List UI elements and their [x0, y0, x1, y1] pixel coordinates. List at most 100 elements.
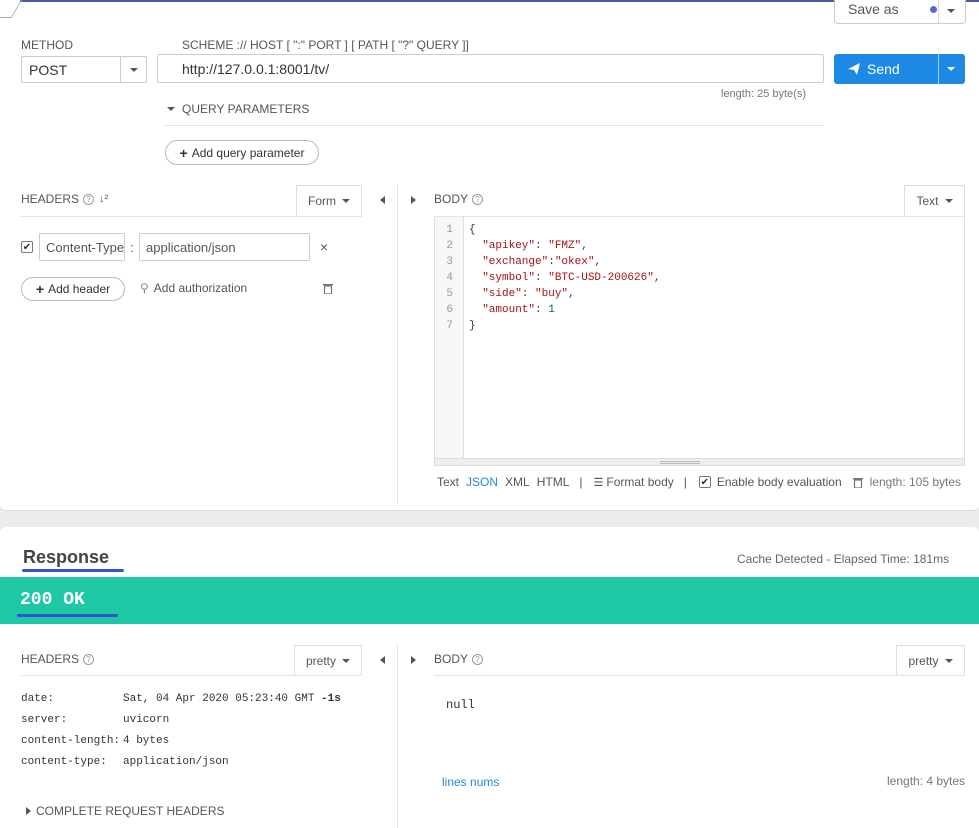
code-lines: 1{2 "apikey": "FMZ", 3 "exchange":"okex",… — [435, 222, 660, 334]
headers-title-row: HEADERS ? ↓² — [21, 192, 108, 206]
resp-body-mode: pretty — [908, 654, 939, 668]
method-select[interactable]: POST — [21, 56, 147, 83]
body-type-dropdown[interactable]: Text — [904, 185, 965, 216]
editor-resize-handle[interactable] — [434, 458, 965, 466]
code-token: "amount" — [469, 304, 536, 316]
help-icon[interactable]: ? — [83, 193, 95, 205]
trash-icon[interactable] — [852, 477, 863, 488]
save-as-button[interactable]: Save as — [834, 0, 966, 24]
query-params-toggle[interactable]: QUERY PARAMETERS — [167, 102, 309, 116]
status-code: 200 OK — [20, 590, 85, 610]
divider — [21, 216, 362, 217]
chevron-down-icon — [167, 107, 175, 111]
line-number: 1 — [446, 224, 453, 236]
resp-header-key: server: — [21, 714, 68, 726]
resp-body-title: BODY — [434, 652, 469, 666]
resp-headers-title-row: HEADERS ? — [21, 652, 95, 666]
url-input[interactable]: http://127.0.0.1:8001/tv/ — [157, 54, 824, 83]
enable-eval-checkbox[interactable]: ✔ — [698, 476, 711, 488]
chevron-down-icon — [944, 659, 953, 663]
resp-header-key: content-length: — [21, 735, 121, 747]
divider — [21, 675, 362, 676]
help-icon[interactable]: ? — [472, 653, 484, 665]
resp-header-value: uvicorn — [123, 714, 170, 726]
code-token: "buy" — [535, 288, 569, 300]
enable-eval-label[interactable]: Enable body evaluation — [717, 475, 842, 489]
fmt-xml[interactable]: XML — [505, 475, 530, 489]
code-token: "apikey" — [469, 240, 536, 252]
resp-header-row: content-type: application/json — [21, 756, 229, 768]
headers-form-dropdown[interactable]: Form — [296, 185, 362, 216]
collapse-left-icon[interactable] — [380, 196, 385, 204]
format-lines-icon: ☰ — [593, 476, 604, 489]
grip-icon — [660, 461, 700, 464]
add-query-param-button[interactable]: + Add query parameter — [165, 140, 319, 165]
code-token: : — [535, 304, 549, 316]
trash-icon[interactable] — [323, 283, 333, 294]
header-value-value: application/json — [146, 239, 236, 255]
body-type-label: Text — [916, 194, 939, 208]
send-button[interactable]: Send — [834, 54, 965, 84]
form-label: Form — [308, 194, 336, 208]
code-token: , — [568, 288, 575, 300]
help-icon[interactable]: ? — [83, 653, 95, 665]
lines-nums-toggle[interactable]: lines nums — [442, 775, 499, 789]
send-divider — [938, 54, 939, 84]
resp-body-value: null — [446, 698, 475, 712]
fmt-html[interactable]: HTML — [537, 475, 570, 489]
chevron-down-icon[interactable] — [947, 9, 955, 13]
plus-icon: + — [35, 281, 45, 297]
resp-headers-mode-dropdown[interactable]: pretty — [294, 645, 362, 676]
complete-headers-toggle[interactable]: COMPLETE REQUEST HEADERS — [26, 804, 224, 818]
resp-header-value: Sat, 04 Apr 2020 05:23:40 GMT — [123, 693, 322, 705]
panel-splitter[interactable] — [397, 185, 398, 505]
add-header-button[interactable]: + Add header — [21, 277, 125, 301]
key-icon: ⚲ — [140, 281, 149, 295]
resp-header-extra: -1s — [321, 693, 341, 705]
code-token: } — [469, 320, 476, 332]
code-text: "exchange":"okex", — [469, 254, 601, 270]
close-icon[interactable]: × — [320, 239, 328, 255]
resp-header-row: date: Sat, 04 Apr 2020 05:23:40 GMT -1s — [21, 693, 341, 705]
chevron-down-icon — [342, 199, 350, 203]
code-text: } — [469, 318, 476, 334]
panel-splitter[interactable] — [397, 645, 398, 828]
header-separator: : — [130, 240, 134, 255]
collapse-right-icon[interactable] — [411, 656, 416, 664]
add-authorization-button[interactable]: ⚲ Add authorization — [140, 281, 247, 295]
headers-title: HEADERS — [21, 192, 80, 206]
sort-icon[interactable]: ↓² — [99, 193, 108, 205]
format-body-button[interactable]: Format body — [606, 475, 673, 489]
header-value-input[interactable]: application/json — [139, 233, 310, 261]
header-enabled-checkbox[interactable]: ✔ — [21, 241, 33, 253]
cache-info: Cache Detected - Elapsed Time: 181ms — [737, 552, 950, 566]
help-icon[interactable]: ? — [472, 193, 484, 205]
code-text: "amount": 1 — [469, 302, 555, 318]
fmt-json[interactable]: JSON — [466, 475, 498, 489]
collapse-left-icon[interactable] — [380, 656, 385, 664]
code-token: , — [594, 256, 602, 268]
code-line: 7} — [435, 318, 660, 334]
resp-body-mode-dropdown[interactable]: pretty — [896, 645, 965, 676]
code-line: 1{ — [435, 222, 660, 238]
line-number: 5 — [446, 288, 453, 300]
status-underline — [17, 614, 118, 617]
collapse-right-icon[interactable] — [411, 196, 416, 204]
line-number: 4 — [446, 272, 453, 284]
code-token: "okex" — [554, 256, 595, 268]
resp-body-length: length: 4 bytes — [887, 774, 966, 788]
fmt-text[interactable]: Text — [437, 475, 459, 489]
resp-header-row: server: uvicorn — [21, 714, 169, 726]
divider — [434, 675, 965, 676]
url-length: length: 25 byte(s) — [721, 88, 806, 100]
resp-header-row: content-length: 4 bytes — [21, 735, 169, 747]
body-editor[interactable]: 1{2 "apikey": "FMZ", 3 "exchange":"okex",… — [434, 217, 965, 465]
chevron-down-icon[interactable] — [947, 67, 955, 71]
body-length: length: 105 bytes — [869, 475, 962, 489]
method-select-divider — [120, 57, 121, 82]
code-token: "side" — [469, 288, 522, 300]
add-query-param-label: Add query parameter — [191, 145, 305, 160]
header-key-input[interactable]: Content-Type — [39, 233, 125, 261]
chevron-right-icon — [26, 807, 31, 815]
save-as-dropdown-divider — [938, 0, 939, 23]
